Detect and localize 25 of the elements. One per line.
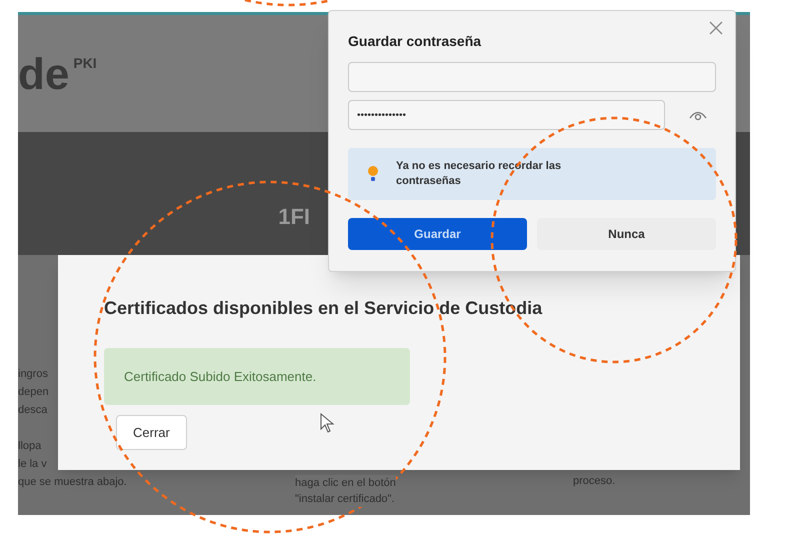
close-icon[interactable] (709, 21, 723, 35)
never-button[interactable]: Nunca (537, 218, 716, 250)
popup-title: Guardar contraseña (348, 32, 482, 51)
modal-title: Certificados disponibles en el Servicio de Custodia (104, 297, 542, 320)
username-field[interactable] (348, 62, 716, 92)
body-text: que se muestra abajo. (18, 475, 127, 490)
eye-icon[interactable] (689, 109, 707, 121)
body-text: llopa (18, 439, 42, 454)
body-text: desca (18, 403, 48, 418)
body-text: haga clic en el botón (295, 475, 396, 491)
save-button[interactable]: Guardar (348, 218, 527, 250)
banner-text: 1FI (278, 203, 310, 231)
body-text: ingros (18, 367, 49, 382)
tip-text: Ya no es necesario recordar las contraseñas (396, 159, 562, 189)
body-text: le la v (18, 457, 48, 472)
logo-text: de (18, 53, 70, 97)
close-button[interactable]: Cerrar (116, 415, 187, 450)
lightbulb-icon (368, 165, 378, 183)
body-text: proceso. (573, 474, 616, 489)
logo-superscript: PKI (73, 54, 97, 73)
body-text: depen (18, 385, 50, 400)
body-text: "instalar certificado". (295, 491, 396, 507)
mouse-pointer-icon (320, 413, 336, 433)
alert-text: Certificado Subido Exitosamente. (124, 368, 316, 386)
password-field[interactable]: •••••••••••••• (348, 100, 665, 130)
